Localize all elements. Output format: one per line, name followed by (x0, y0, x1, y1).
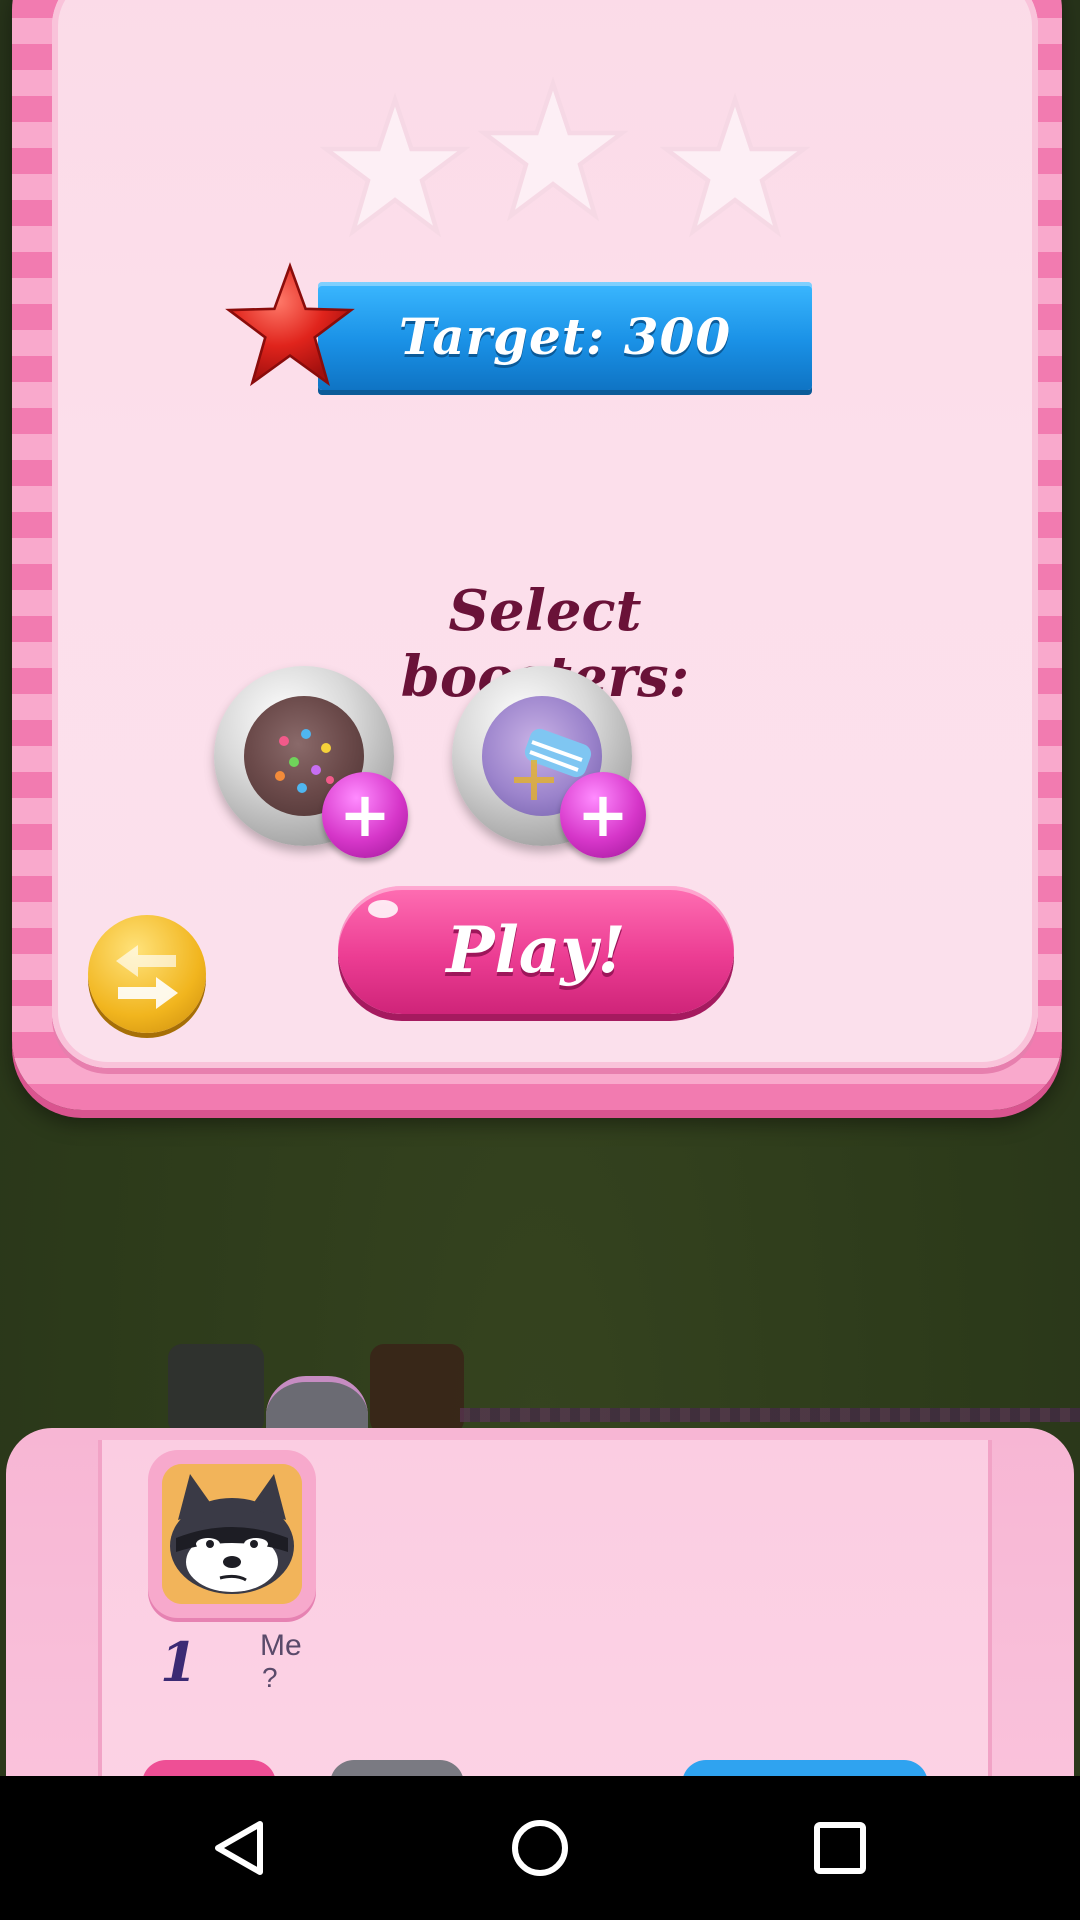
add-booster-button[interactable]: + (322, 772, 408, 858)
star-empty-icon (660, 92, 810, 238)
avatar (162, 1464, 302, 1604)
arrows-icon (116, 945, 178, 1009)
player-rank: 1 (160, 1630, 198, 1694)
skip-button[interactable] (88, 915, 206, 1033)
map-tile (168, 1344, 264, 1434)
red-star-icon (225, 262, 355, 387)
plus-icon: + (577, 778, 629, 851)
map-path (460, 1408, 1080, 1422)
home-circle-icon (512, 1820, 568, 1876)
target-label: Target: 300 (398, 306, 732, 366)
star-empty-icon (320, 92, 470, 238)
star-empty-icon (478, 76, 628, 222)
raccoon-avatar-icon (162, 1464, 302, 1604)
nav-home-button[interactable] (492, 1800, 588, 1896)
nav-recents-button[interactable] (792, 1800, 888, 1896)
game-screen: Target: 300 Select boosters: (0, 0, 1080, 1920)
player-name: Me (260, 1629, 302, 1662)
add-booster-button[interactable]: + (560, 772, 646, 858)
color-bomb-booster[interactable]: + (214, 666, 408, 858)
plus-icon: + (339, 778, 391, 851)
recents-square-icon (814, 1822, 866, 1874)
android-nav-bar (0, 1776, 1080, 1920)
play-button[interactable]: Play! (338, 886, 734, 1014)
back-triangle-icon (215, 1821, 263, 1875)
striped-wrapped-booster[interactable]: + (452, 666, 646, 858)
nav-back-button[interactable] (192, 1800, 288, 1896)
player-score: ? (262, 1662, 278, 1693)
play-label: Play! (446, 912, 626, 988)
target-banner: Target: 300 (318, 282, 812, 390)
map-tile (370, 1344, 464, 1434)
button-shine (368, 900, 398, 918)
player-avatar-frame[interactable] (148, 1450, 316, 1618)
